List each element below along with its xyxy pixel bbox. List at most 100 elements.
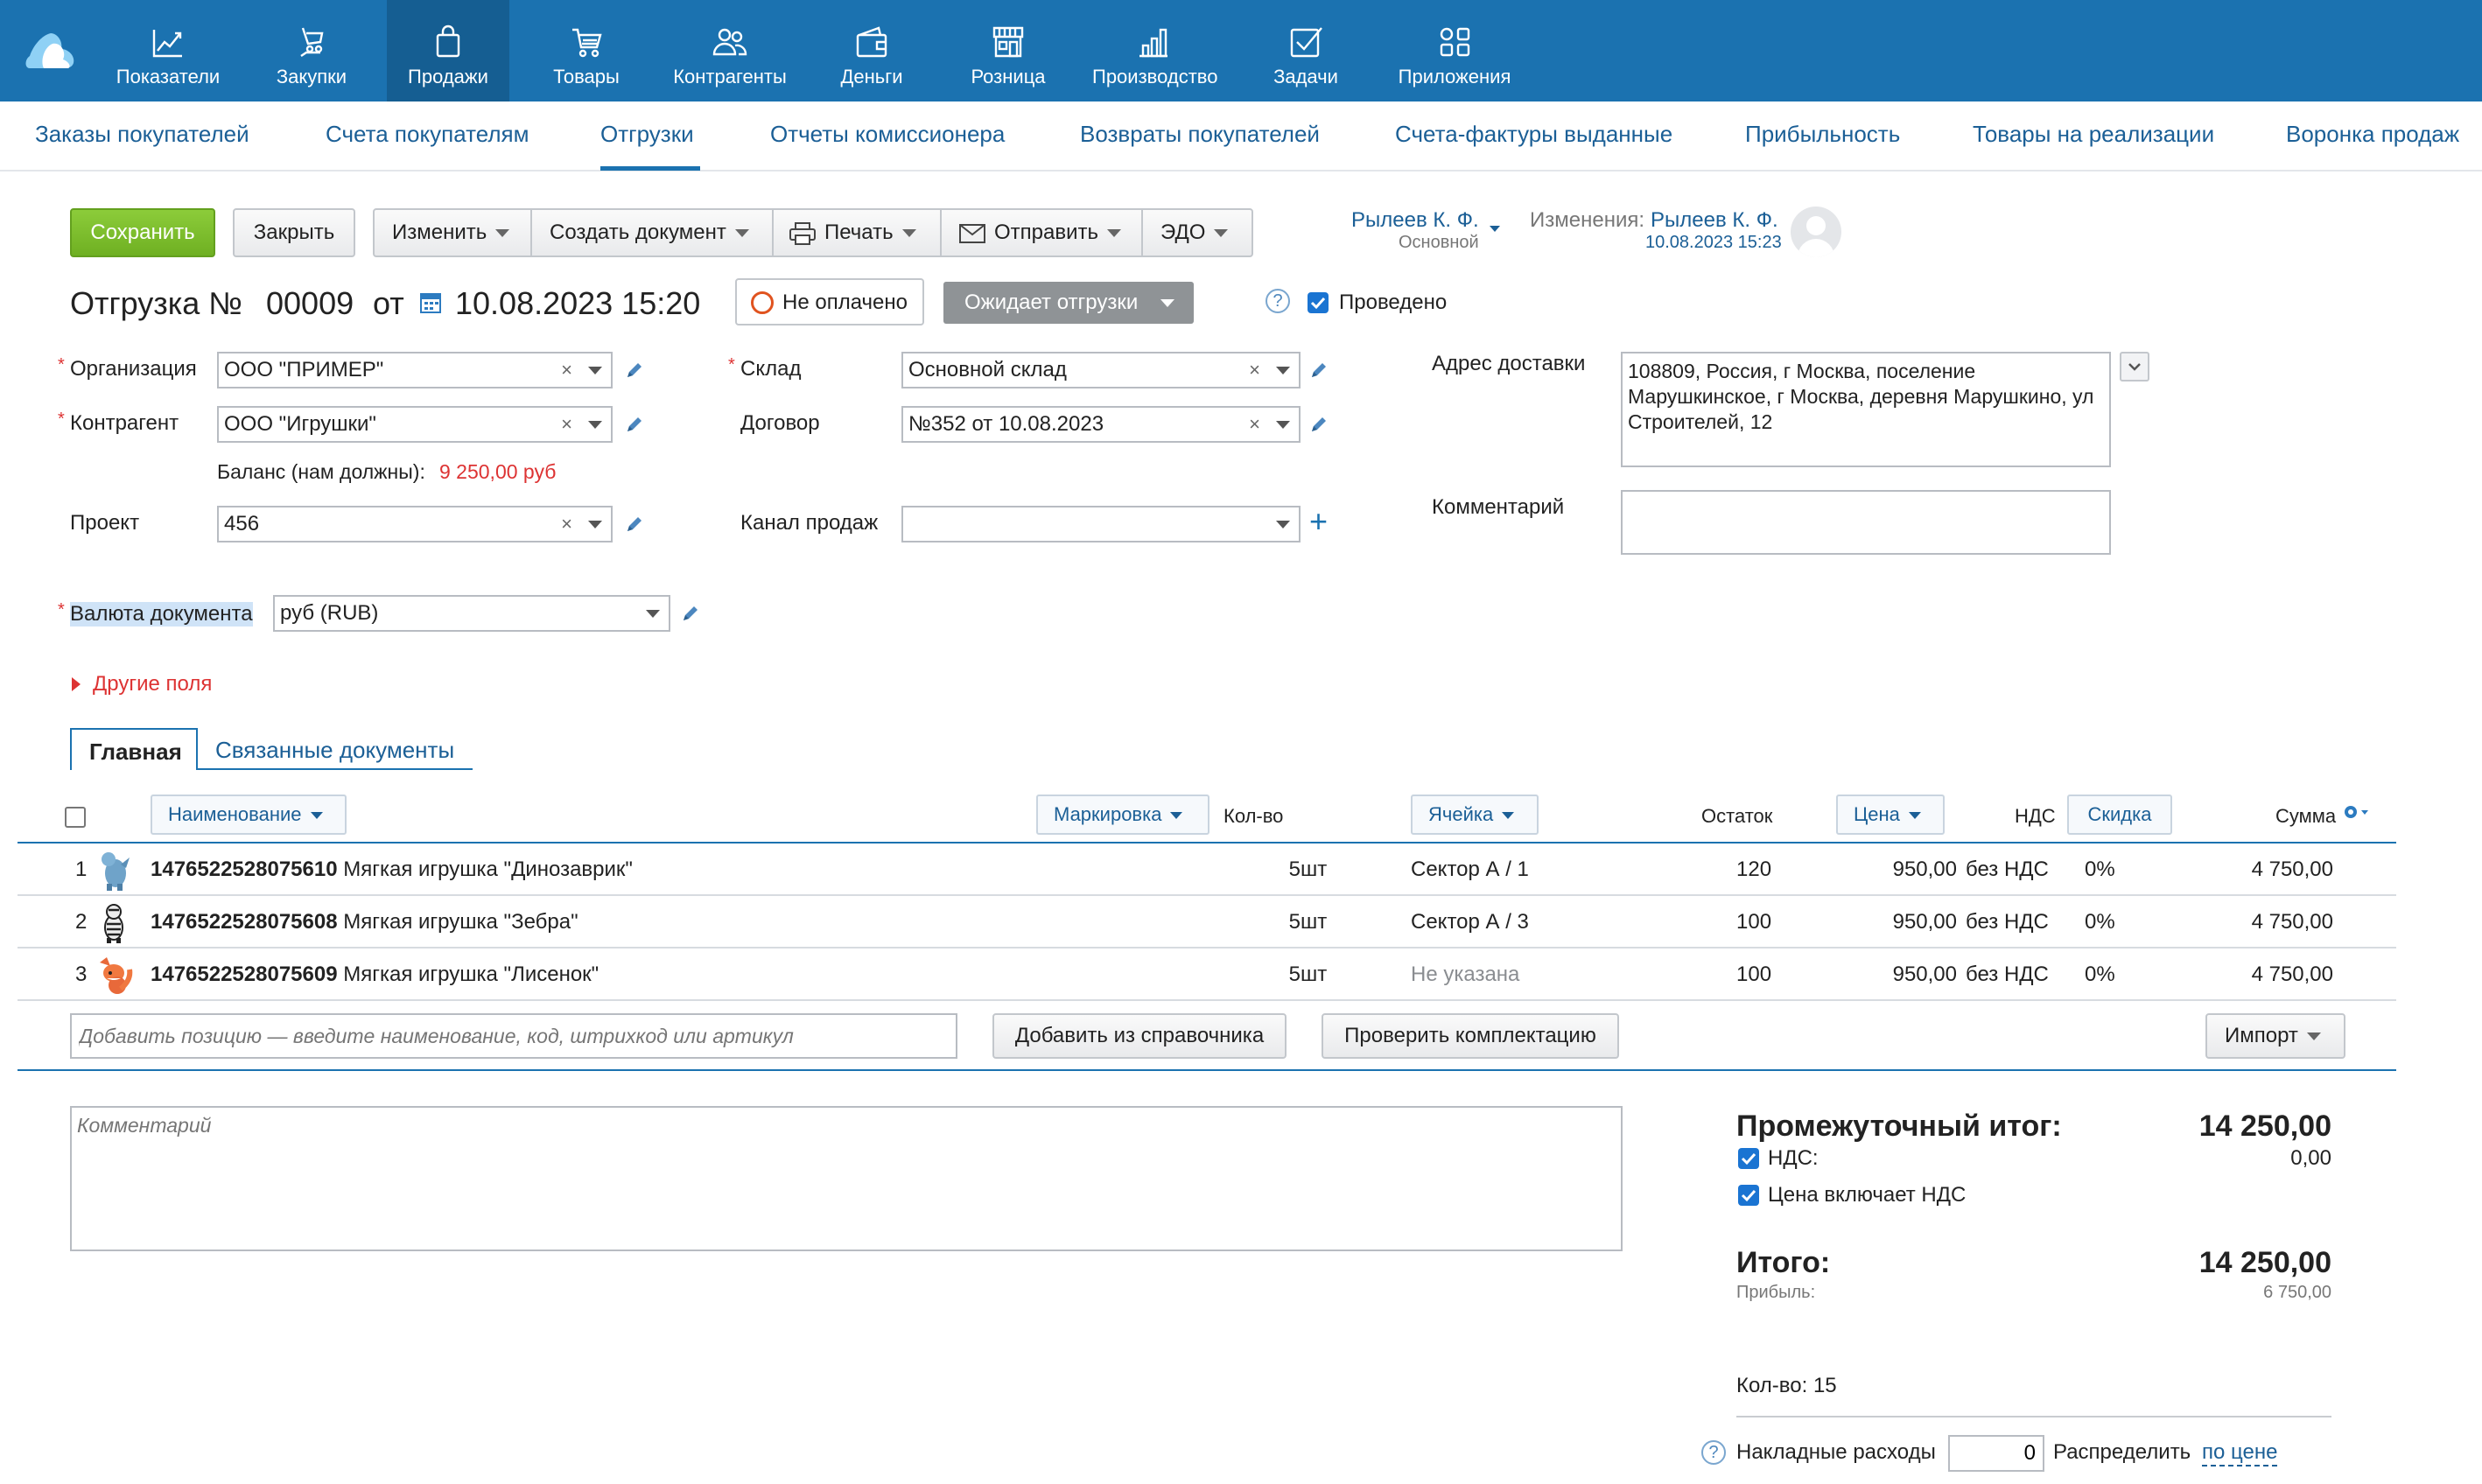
row-discount[interactable]: 0% (2085, 910, 2115, 934)
nav-item-production[interactable]: Производство (1092, 0, 1217, 102)
pencil-icon[interactable] (625, 360, 644, 380)
overhead-input[interactable] (1948, 1435, 2044, 1472)
chevron-down-icon[interactable] (588, 521, 602, 528)
product-name[interactable]: Мягкая игрушка "Лисенок" (343, 962, 599, 986)
row-cell[interactable]: Не указана (1411, 962, 1519, 987)
address-expand-button[interactable] (2120, 352, 2149, 382)
nav-item-tasks[interactable]: Задачи (1245, 0, 1367, 102)
column-header-name[interactable]: Наименование (151, 794, 347, 835)
chevron-down-icon[interactable] (588, 421, 602, 429)
row-cell[interactable]: Сектор А / 3 (1411, 910, 1529, 934)
nav-item-purchases[interactable]: Закупки (250, 0, 373, 102)
owner-chevron-down-icon[interactable] (1490, 226, 1500, 232)
add-plus-icon[interactable]: + (1309, 504, 1328, 539)
row-vat[interactable]: без НДС (1966, 858, 2049, 882)
pencil-icon[interactable] (681, 604, 700, 623)
edo-button[interactable]: ЭДО (1141, 208, 1253, 257)
import-button[interactable]: Импорт (2205, 1013, 2345, 1059)
chevron-down-icon[interactable] (646, 610, 660, 618)
caret-right-icon[interactable] (72, 677, 81, 691)
document-datetime[interactable]: 10.08.2023 15:20 (455, 285, 700, 322)
column-header-cell[interactable]: Ячейка (1411, 794, 1539, 835)
nav-item-retail[interactable]: Розница (947, 0, 1069, 102)
column-header-price[interactable]: Цена (1836, 794, 1945, 835)
chevron-down-icon[interactable] (1276, 367, 1290, 374)
app-logo-icon[interactable] (25, 30, 77, 70)
row-vat[interactable]: без НДС (1966, 910, 2049, 934)
help-icon[interactable]: ? (1701, 1440, 1726, 1465)
subnav-customer-orders[interactable]: Заказы покупателей (35, 121, 249, 148)
row-discount[interactable]: 0% (2085, 962, 2115, 987)
print-button[interactable]: Печать (772, 208, 942, 257)
row-qty[interactable]: 5 (1243, 910, 1301, 934)
chevron-down-icon[interactable] (588, 367, 602, 374)
send-button[interactable]: Отправить (940, 208, 1143, 257)
avatar[interactable] (1791, 206, 1841, 257)
table-row[interactable]: 3 1476522528075609 Мягкая игрушка "Лисен… (18, 948, 2396, 1001)
nav-item-products[interactable]: Товары (525, 0, 648, 102)
table-row[interactable]: 2 1476522528075608 Мягкая игрушка "Зебра… (18, 896, 2396, 948)
payment-status-button[interactable]: Не оплачено (735, 278, 924, 326)
pencil-icon[interactable] (625, 415, 644, 434)
document-comment-field[interactable] (70, 1106, 1623, 1251)
nav-item-money[interactable]: Деньги (810, 0, 933, 102)
other-fields-toggle[interactable]: Другие поля (93, 672, 212, 696)
subnav-sales-funnel[interactable]: Воронка продаж (2286, 121, 2459, 148)
row-vat[interactable]: без НДС (1966, 962, 2049, 987)
clear-icon[interactable]: × (561, 408, 572, 441)
subnav-customer-returns[interactable]: Возвраты покупателей (1080, 121, 1320, 148)
add-from-catalog-button[interactable]: Добавить из справочника (992, 1013, 1287, 1059)
chevron-down-icon[interactable] (1276, 521, 1290, 528)
chevron-down-icon[interactable] (1276, 421, 1290, 429)
vat-checkbox[interactable] (1738, 1148, 1759, 1169)
organization-field[interactable]: ООО "ПРИМЕР" × (217, 352, 613, 388)
subnav-issued-invoices[interactable]: Счета-фактуры выданные (1395, 121, 1672, 148)
pencil-icon[interactable] (1309, 360, 1329, 380)
create-document-button[interactable]: Создать документ (530, 208, 774, 257)
shipment-status-dropdown[interactable]: Ожидает отгрузки (943, 282, 1194, 324)
contract-field[interactable]: №352 от 10.08.2023 × (901, 406, 1301, 443)
row-price[interactable]: 950,00 (1838, 910, 1957, 934)
changes-user[interactable]: Рылеев К. Ф. (1651, 208, 1778, 233)
check-kit-button[interactable]: Проверить комплектацию (1322, 1013, 1619, 1059)
nav-item-contractors[interactable]: Контрагенты (669, 0, 791, 102)
clear-icon[interactable]: × (1249, 354, 1260, 387)
posted-checkbox[interactable] (1308, 292, 1329, 313)
project-field[interactable]: 456 × (217, 506, 613, 542)
row-price[interactable]: 950,00 (1838, 858, 1957, 882)
row-cell[interactable]: Сектор А / 1 (1411, 858, 1529, 882)
table-row[interactable]: 1 1476522528075610 Мягкая игрушка "Диноз… (18, 844, 2396, 896)
document-number[interactable]: 00009 (266, 285, 354, 322)
tab-main[interactable]: Главная (70, 728, 198, 770)
subnav-commission-reports[interactable]: Отчеты комиссионера (770, 121, 1005, 148)
comment-field[interactable] (1621, 490, 2111, 555)
calendar-icon[interactable] (420, 290, 441, 313)
subnav-customer-invoices[interactable]: Счета покупателям (326, 121, 529, 148)
distribute-mode-link[interactable]: по цене (2202, 1440, 2278, 1466)
add-position-input[interactable] (70, 1013, 957, 1059)
subnav-consignment-goods[interactable]: Товары на реализации (1973, 121, 2214, 148)
tab-related-documents[interactable]: Связанные документы (215, 737, 454, 764)
column-settings-gear-icon[interactable] (2342, 803, 2372, 822)
clear-icon[interactable]: × (561, 354, 572, 387)
save-button[interactable]: Сохранить (70, 208, 215, 257)
product-name[interactable]: Мягкая игрушка "Зебра" (343, 910, 578, 934)
nav-item-apps[interactable]: Приложения (1393, 0, 1516, 102)
column-header-marking[interactable]: Маркировка (1036, 794, 1209, 835)
delivery-address-field[interactable]: 108809, Россия, г Москва, поселение Мару… (1621, 352, 2111, 467)
pencil-icon[interactable] (625, 514, 644, 534)
clear-icon[interactable]: × (1249, 408, 1260, 441)
nav-item-sales[interactable]: Продажи (387, 0, 509, 102)
column-header-discount[interactable]: Скидка (2067, 794, 2172, 835)
subnav-shipments[interactable]: Отгрузки (600, 121, 694, 148)
row-discount[interactable]: 0% (2085, 858, 2115, 882)
price-includes-vat-checkbox[interactable] (1738, 1185, 1759, 1206)
warehouse-field[interactable]: Основной склад × (901, 352, 1301, 388)
contractor-field[interactable]: ООО "Игрушки" × (217, 406, 613, 443)
subnav-profitability[interactable]: Прибыльность (1745, 121, 1900, 148)
help-icon[interactable]: ? (1266, 289, 1290, 313)
nav-item-indicators[interactable]: Показатели (107, 0, 229, 102)
pencil-icon[interactable] (1309, 415, 1329, 434)
sales-channel-field[interactable] (901, 506, 1301, 542)
product-name[interactable]: Мягкая игрушка "Динозаврик" (343, 858, 633, 881)
